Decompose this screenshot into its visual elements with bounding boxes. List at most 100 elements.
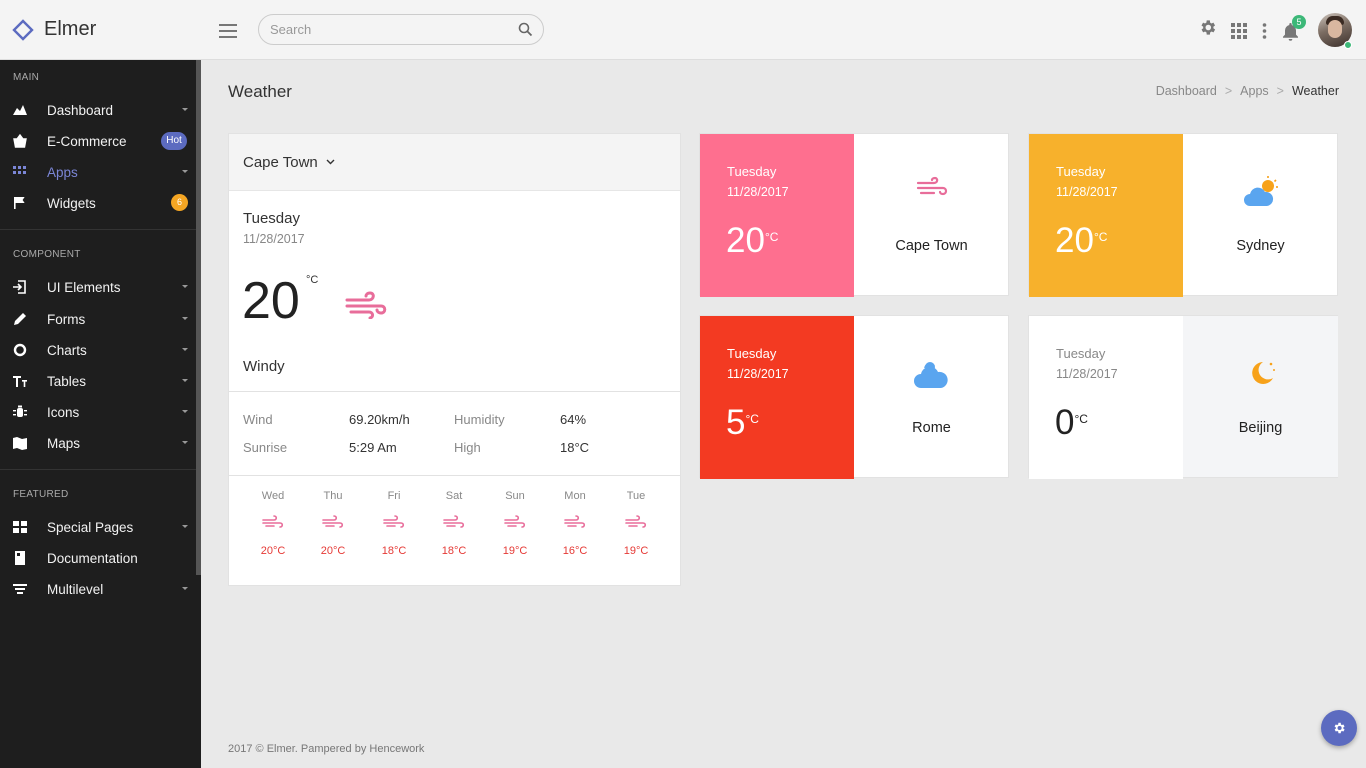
card-divider xyxy=(229,475,680,476)
menu-toggle-icon[interactable] xyxy=(219,24,237,38)
chart-area-icon xyxy=(13,105,27,115)
breadcrumb: Dashboard > Apps > Weather xyxy=(1156,84,1339,98)
city-weather-card-sydney[interactable]: Tuesday 11/28/2017 20°C Sydney xyxy=(1028,133,1338,297)
sidebar-item-charts[interactable]: Charts xyxy=(0,337,196,363)
page-title: Weather xyxy=(228,82,292,101)
apps-grid-icon[interactable] xyxy=(1231,23,1247,39)
city-weather-card-beijing[interactable]: Tuesday 11/28/2017 0°C Beijing xyxy=(1028,315,1338,479)
sidebar-item-maps[interactable]: Maps xyxy=(0,430,196,456)
forecast-day: Sun 19°C xyxy=(495,490,535,557)
cloud-sun-icon xyxy=(1183,176,1338,208)
chevron-down-icon xyxy=(182,285,188,288)
sidebar-item-forms[interactable]: Forms xyxy=(0,306,196,332)
search-icon[interactable] xyxy=(518,22,533,37)
sidebar-item-label: UI Elements xyxy=(47,279,121,295)
forecast-day-label: Fri xyxy=(387,490,401,502)
temperature-unit: °C xyxy=(306,274,319,286)
forecast-temp: 20°C xyxy=(320,545,346,557)
city-name: Cape Town xyxy=(243,153,318,171)
sidebar-item-label: Forms xyxy=(47,311,86,327)
filter-list-icon xyxy=(13,584,27,594)
login-icon xyxy=(13,280,26,294)
sidebar-item-label: E-Commerce xyxy=(47,133,127,149)
humidity-label: Humidity xyxy=(454,412,505,427)
sidebar-item-label: Dashboard xyxy=(47,102,114,118)
chevron-down-icon xyxy=(182,108,188,111)
sidebar-item-label: Charts xyxy=(47,342,87,358)
card-city-panel: Rome xyxy=(854,316,1009,477)
weather-day: Tuesday xyxy=(727,346,777,361)
weather-date: 11/28/2017 xyxy=(1056,367,1118,381)
basket-icon xyxy=(13,134,27,148)
section-featured: FEATURED xyxy=(13,489,69,500)
sidebar-item-special-pages[interactable]: Special Pages xyxy=(0,514,196,540)
wind-icon xyxy=(443,515,465,528)
breadcrumb-separator: > xyxy=(1224,84,1233,98)
footer-text: 2017 © Elmer. Pampered by Hencework xyxy=(228,743,425,755)
sidebar-item-widgets[interactable]: Widgets 6 xyxy=(0,190,196,216)
sidebar-item-icons[interactable]: Icons xyxy=(0,399,196,425)
forecast-day-label: Sat xyxy=(445,490,463,502)
online-status-dot xyxy=(1344,41,1352,49)
chevron-down-icon xyxy=(182,525,188,528)
sidebar-item-tables[interactable]: Tables xyxy=(0,368,196,394)
sidebar-scrollbar[interactable] xyxy=(196,60,201,575)
wind-icon xyxy=(564,515,586,528)
sidebar-item-label: Icons xyxy=(47,404,80,420)
breadcrumb-apps[interactable]: Apps xyxy=(1240,84,1269,98)
wind-icon xyxy=(262,515,284,528)
search-input[interactable] xyxy=(259,15,499,44)
card-color-panel: Tuesday 11/28/2017 20°C xyxy=(1029,134,1183,297)
sidebar-item-apps[interactable]: Apps xyxy=(0,159,196,185)
forecast-day-label: Mon xyxy=(564,490,586,502)
high-label: High xyxy=(454,440,481,455)
sidebar-item-ecommerce[interactable]: E-Commerce Hot xyxy=(0,128,196,154)
wind-icon xyxy=(322,515,344,528)
forecast-day: Thu 20°C xyxy=(313,490,353,557)
wind-icon xyxy=(345,291,387,319)
city-weather-card-rome[interactable]: Tuesday 11/28/2017 5°C Rome xyxy=(699,315,1009,479)
search-box xyxy=(258,14,544,45)
logo[interactable]: Elmer xyxy=(12,18,96,41)
sunrise-label: Sunrise xyxy=(243,440,288,455)
forecast-temp: 18°C xyxy=(441,545,467,557)
forecast-temp: 16°C xyxy=(562,545,588,557)
forecast-day: Fri 18°C xyxy=(374,490,414,557)
sidebar-item-label: Apps xyxy=(47,164,78,180)
weather-date: 11/28/2017 xyxy=(1056,185,1118,199)
city-weather-card-cape-town[interactable]: Tuesday 11/28/2017 20°C Cape Town xyxy=(699,133,1009,297)
gear-icon[interactable] xyxy=(1198,18,1217,37)
sidebar-item-multilevel[interactable]: Multilevel xyxy=(0,576,196,602)
pages-icon xyxy=(13,521,27,533)
sidebar-item-ui-elements[interactable]: UI Elements xyxy=(0,274,196,300)
settings-fab-button[interactable] xyxy=(1321,710,1357,746)
sidebar-item-documentation[interactable]: Documentation xyxy=(0,545,196,571)
breadcrumb-dashboard[interactable]: Dashboard xyxy=(1156,84,1217,98)
more-vertical-icon[interactable] xyxy=(1262,23,1267,39)
temperature-value: 20 xyxy=(242,272,300,330)
temperature-value: 0°C xyxy=(1055,403,1088,442)
sunrise-value: 5:29 Am xyxy=(349,440,397,455)
city-name: Sydney xyxy=(1236,238,1285,254)
sidebar-item-dashboard[interactable]: Dashboard xyxy=(0,97,196,123)
city-name: Rome xyxy=(912,420,951,436)
pencil-icon xyxy=(14,313,26,325)
card-color-panel: Tuesday 11/28/2017 5°C xyxy=(700,316,854,479)
weather-condition: Windy xyxy=(243,358,285,375)
map-icon xyxy=(13,437,27,450)
wind-label: Wind xyxy=(243,412,273,427)
chevron-down-icon xyxy=(326,159,335,165)
hot-badge: Hot xyxy=(161,132,187,150)
wind-icon xyxy=(625,515,647,528)
forecast-temp: 19°C xyxy=(623,545,649,557)
forecast-temp: 20°C xyxy=(260,545,286,557)
chevron-down-icon xyxy=(182,441,188,444)
notification-badge: 5 xyxy=(1292,15,1306,29)
temperature-value: 20°C xyxy=(726,221,779,260)
forecast-day-label: Sun xyxy=(505,490,525,502)
cloud-icon xyxy=(854,358,1009,390)
chevron-down-icon xyxy=(182,410,188,413)
city-dropdown[interactable]: Cape Town xyxy=(229,134,680,191)
chevron-down-icon xyxy=(182,348,188,351)
widgets-badge: 6 xyxy=(171,194,188,211)
